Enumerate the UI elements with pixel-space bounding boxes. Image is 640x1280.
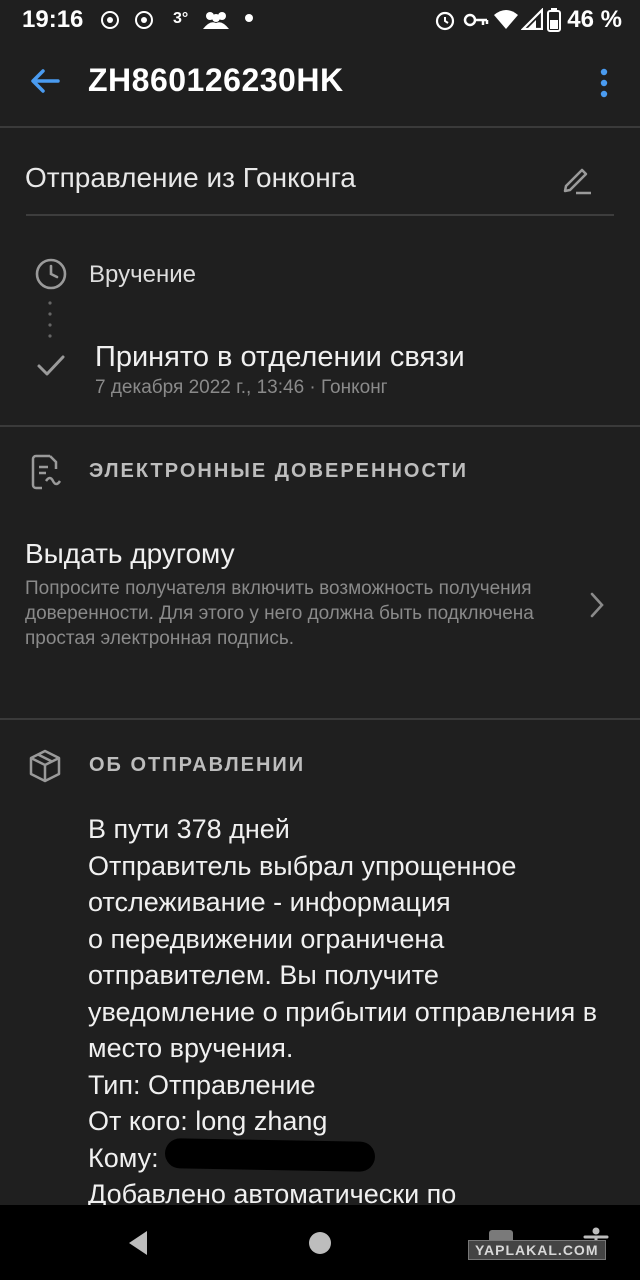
more-options-icon[interactable]: [598, 68, 610, 98]
step-accepted-label: Принято в отделении связи: [95, 341, 465, 373]
back-arrow-icon[interactable]: [28, 64, 62, 98]
timeline-connector: [48, 301, 52, 338]
appbar-divider: [0, 126, 640, 128]
chevron-right-icon: [590, 592, 604, 618]
notification-icons: [101, 11, 153, 29]
tracking-divider: [0, 425, 640, 427]
about-heading: ОБ ОТПРАВЛЕНИИ: [89, 754, 306, 776]
signal-icon: [521, 8, 543, 30]
wifi-icon: [494, 10, 518, 29]
clock-icon: [35, 258, 67, 290]
watermark: YAPLAKAL.COM: [468, 1240, 606, 1260]
battery-percent: 46 %: [567, 6, 622, 33]
status-time: 19:16: [22, 6, 84, 33]
page-title: ZH860126230HK: [88, 62, 344, 98]
redaction-mark: [164, 1138, 376, 1172]
dot-icon: [245, 14, 253, 22]
step-accepted-detail: 7 декабря 2022 г., 13:46 · Гонконг: [95, 377, 388, 398]
battery-icon: [547, 8, 561, 32]
status-temperature: 3°: [173, 10, 189, 27]
check-icon: [37, 355, 65, 376]
edit-pencil-icon[interactable]: [560, 162, 594, 196]
name-divider: [26, 214, 614, 216]
give-proxy-title: Выдать другому: [25, 538, 235, 569]
group-icon: [203, 12, 229, 29]
nav-home-icon[interactable]: [309, 1232, 331, 1254]
package-icon: [29, 749, 61, 783]
proxies-divider: [0, 718, 640, 720]
proxies-heading: ЭЛЕКТРОННЫЕ ДОВЕРЕННОСТИ: [89, 460, 469, 482]
step-delivery-label: Вручение: [89, 261, 196, 288]
document-sign-icon: [31, 454, 62, 490]
key-icon: [463, 13, 489, 27]
nav-back-icon[interactable]: [125, 1228, 151, 1258]
give-proxy-description: Попросите получателя включить возможност…: [25, 578, 534, 649]
alarm-icon: [435, 11, 455, 31]
shipment-name: Отправление из Гонконга: [25, 162, 356, 193]
